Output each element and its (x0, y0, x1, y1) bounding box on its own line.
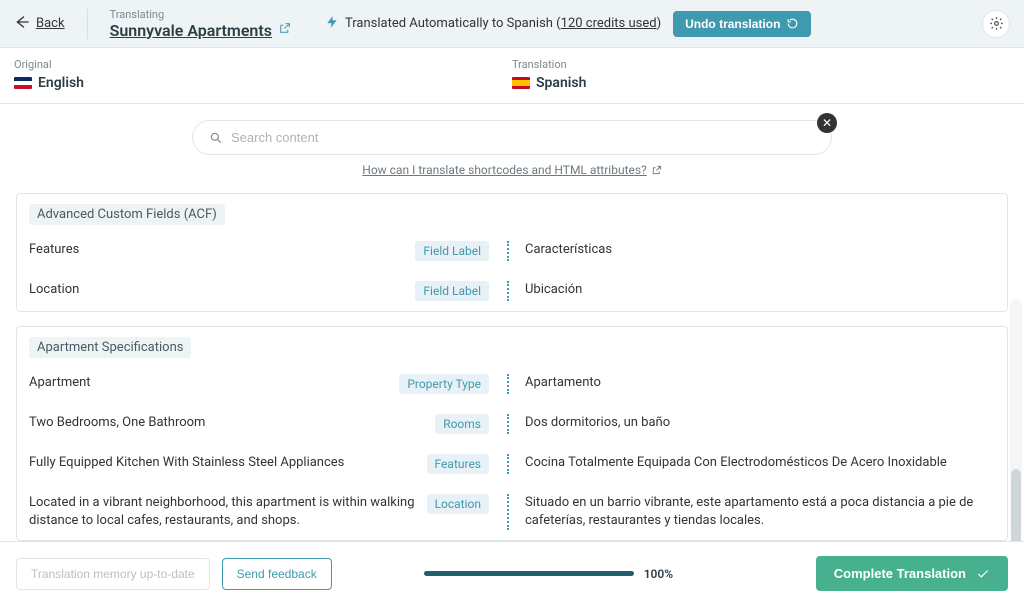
field-type-tag: Field Label (415, 281, 489, 301)
translation-memory-button: Translation memory up-to-date (16, 558, 210, 590)
footer: Translation memory up-to-date Send feedb… (0, 541, 1024, 605)
field-row[interactable]: Apartment Property Type Apartamento (17, 364, 1007, 404)
field-row[interactable]: Fully Equipped Kitchen With Stainless St… (17, 444, 1007, 484)
field-type-tag: Features (427, 454, 489, 474)
original-text: Apartment (29, 374, 391, 392)
column-divider (507, 414, 509, 434)
field-row[interactable]: Location Field Label Ubicación (17, 271, 1007, 311)
column-divider (507, 454, 509, 474)
external-link-icon[interactable] (278, 22, 291, 39)
search-input[interactable] (231, 130, 815, 145)
original-column: Apartment Property Type (29, 374, 489, 394)
field-type-tag: Property Type (399, 374, 489, 394)
original-column: Features Field Label (29, 241, 489, 261)
translation-text[interactable]: Características (525, 241, 995, 259)
field-type-tag: Field Label (415, 241, 489, 261)
help-shortcodes-link[interactable]: How can I translate shortcodes and HTML … (362, 163, 661, 177)
search-box[interactable]: ✕ (192, 120, 832, 155)
section-heading: Apartment Specifications (17, 327, 1007, 364)
progress-label: 100% (644, 567, 673, 581)
uk-flag-icon (14, 77, 32, 89)
translating-label: Translating (110, 8, 291, 21)
post-title-link[interactable]: Sunnyvale Apartments (110, 21, 272, 40)
credits-used-link[interactable]: 120 credits used (561, 16, 657, 31)
check-icon (976, 567, 990, 581)
field-type-tag: Rooms (435, 414, 489, 434)
title-group: Translating Sunnyvale Apartments (110, 8, 291, 40)
content-scroll[interactable]: Advanced Custom Fields (ACF) Features Fiel… (0, 183, 1024, 541)
original-column: Located in a vibrant neighborhood, this … (29, 494, 489, 530)
complete-translation-button[interactable]: Complete Translation (816, 556, 1008, 591)
column-divider (507, 494, 509, 530)
divider (87, 9, 88, 39)
original-text: Features (29, 241, 407, 259)
back-button[interactable]: Back (14, 14, 65, 34)
section-heading-label: Apartment Specifications (29, 337, 191, 358)
auto-translate-text: Translated Automatically to Spanish (120… (345, 16, 661, 31)
bolt-icon (325, 15, 339, 33)
original-language-col: Original English (14, 58, 512, 91)
search-icon (209, 131, 223, 145)
column-divider (507, 281, 509, 301)
field-type-tag: Location (427, 494, 489, 514)
section-card: Apartment Specifications Apartment Propert… (16, 326, 1008, 541)
translation-text[interactable]: Cocina Totalmente Equipada Con Electrodo… (525, 454, 995, 472)
section-heading-label: Advanced Custom Fields (ACF) (29, 204, 225, 225)
undo-translation-label: Undo translation (685, 17, 780, 31)
original-label: Original (14, 58, 512, 71)
back-arrow-icon (14, 14, 30, 34)
original-column: Fully Equipped Kitchen With Stainless St… (29, 454, 489, 474)
auto-translate-message: Translated Automatically to Spanish (120… (325, 11, 811, 37)
progress-fill (424, 571, 634, 576)
undo-translation-button[interactable]: Undo translation (673, 11, 811, 37)
translation-label: Translation (512, 58, 1010, 71)
column-divider (507, 241, 509, 261)
scrollbar-track[interactable] (1010, 299, 1022, 535)
top-bar: Back Translating Sunnyvale Apartments Tr… (0, 0, 1024, 48)
main-area: ✕ How can I translate shortcodes and HTM… (0, 104, 1024, 541)
back-label: Back (36, 16, 65, 31)
external-link-icon (651, 165, 662, 176)
translation-text[interactable]: Dos dormitorios, un baño (525, 414, 995, 432)
spain-flag-icon (512, 77, 530, 89)
field-row[interactable]: Located in a vibrant neighborhood, this … (17, 484, 1007, 540)
translation-text[interactable]: Situado en un barrio vibrante, este apar… (525, 494, 995, 530)
original-text: Located in a vibrant neighborhood, this … (29, 494, 419, 530)
field-row[interactable]: Features Field Label Características (17, 231, 1007, 271)
close-icon: ✕ (822, 116, 832, 130)
clear-search-button[interactable]: ✕ (817, 113, 837, 133)
column-divider (507, 374, 509, 394)
original-language-name: English (38, 75, 84, 91)
settings-button[interactable] (982, 10, 1010, 38)
original-text: Fully Equipped Kitchen With Stainless St… (29, 454, 419, 472)
send-feedback-button[interactable]: Send feedback (222, 558, 332, 590)
field-row[interactable]: Two Bedrooms, One Bathroom Rooms Dos dormi… (17, 404, 1007, 444)
original-column: Location Field Label (29, 281, 489, 301)
translation-language-name: Spanish (536, 75, 586, 91)
scrollbar-thumb[interactable] (1011, 469, 1021, 541)
translation-text[interactable]: Ubicación (525, 281, 995, 299)
progress-bar (424, 571, 634, 576)
original-text: Location (29, 281, 407, 299)
progress-wrap: 100% (424, 567, 673, 581)
language-row: Original English Translation Spanish (0, 48, 1024, 104)
translation-language-col: Translation Spanish (512, 58, 1010, 91)
section-heading: Advanced Custom Fields (ACF) (17, 194, 1007, 231)
original-text: Two Bedrooms, One Bathroom (29, 414, 427, 432)
translation-text[interactable]: Apartamento (525, 374, 995, 392)
section-card: Advanced Custom Fields (ACF) Features Fiel… (16, 193, 1008, 312)
search-area: ✕ How can I translate shortcodes and HTM… (0, 104, 1024, 183)
original-column: Two Bedrooms, One Bathroom Rooms (29, 414, 489, 434)
